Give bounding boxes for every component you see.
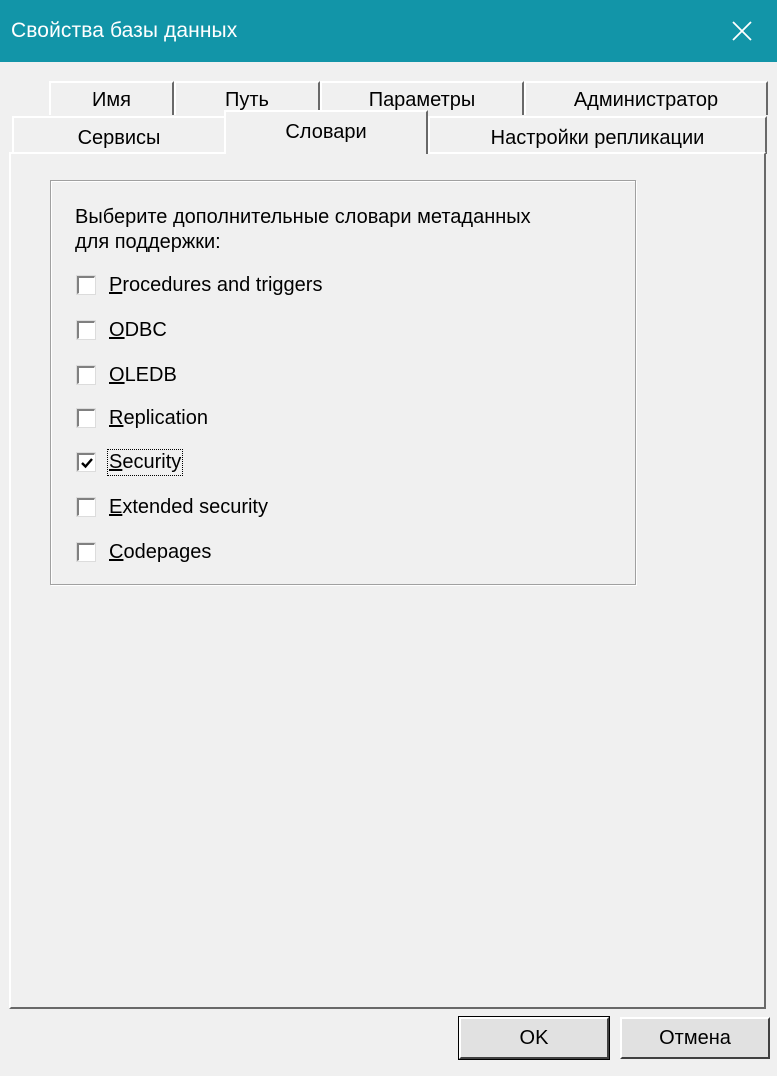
- checkbox[interactable]: [77, 453, 95, 471]
- checkbox-label: Security: [106, 448, 184, 476]
- window-title: Свойства базы данных: [11, 19, 238, 42]
- tab-label: Словари: [285, 121, 367, 143]
- checkbox-label: OLEDB: [109, 363, 177, 386]
- tab-replication-settings[interactable]: Настройки репликации: [428, 116, 767, 154]
- checkbox-extended-security[interactable]: Extended security: [77, 495, 268, 519]
- checkbox-odbc[interactable]: ODBC: [77, 318, 167, 342]
- close-icon: [732, 21, 752, 41]
- tab-services[interactable]: Сервисы: [12, 116, 226, 154]
- checkbox-label: ODBC: [109, 318, 167, 341]
- tab-dictionaries[interactable]: Словари: [224, 110, 428, 154]
- close-button[interactable]: [707, 0, 777, 62]
- checkbox-codepages[interactable]: Codepages: [77, 540, 211, 564]
- checkbox-label: Procedures and triggers: [109, 273, 323, 296]
- checkbox[interactable]: [77, 409, 95, 427]
- checkmark-icon: [80, 457, 93, 468]
- checkbox-oledb[interactable]: OLEDB: [77, 363, 177, 387]
- button-label: Отмена: [659, 1027, 731, 1049]
- cancel-button[interactable]: Отмена: [620, 1017, 770, 1059]
- checkbox-label: Codepages: [109, 540, 212, 563]
- tab-administrator[interactable]: Администратор: [524, 81, 768, 115]
- button-label: OK: [519, 1027, 549, 1049]
- checkbox-security[interactable]: Security: [77, 448, 184, 476]
- checkbox-replication[interactable]: Replication: [77, 406, 208, 430]
- checkbox-procedures-and-triggers[interactable]: Procedures and triggers: [77, 273, 322, 297]
- ok-button[interactable]: OK: [458, 1016, 610, 1060]
- checkbox-label: Replication: [109, 406, 208, 429]
- checkbox[interactable]: [77, 276, 95, 294]
- checkbox[interactable]: [77, 498, 95, 516]
- checkbox[interactable]: [77, 366, 95, 384]
- checkbox-label: Extended security: [109, 495, 268, 518]
- instruction-line: Выберите дополнительные словари метаданн…: [75, 206, 531, 228]
- instruction-line: для поддержки:: [75, 231, 221, 253]
- tab-name[interactable]: Имя: [49, 81, 174, 115]
- tab-label: Имя: [92, 89, 131, 111]
- tab-label: Администратор: [573, 89, 719, 111]
- checkbox[interactable]: [77, 543, 95, 561]
- title-bar: Свойства базы данных: [0, 0, 777, 62]
- instruction-text: Выберите дополнительные словари метаданн…: [75, 205, 595, 255]
- checkbox[interactable]: [77, 321, 95, 339]
